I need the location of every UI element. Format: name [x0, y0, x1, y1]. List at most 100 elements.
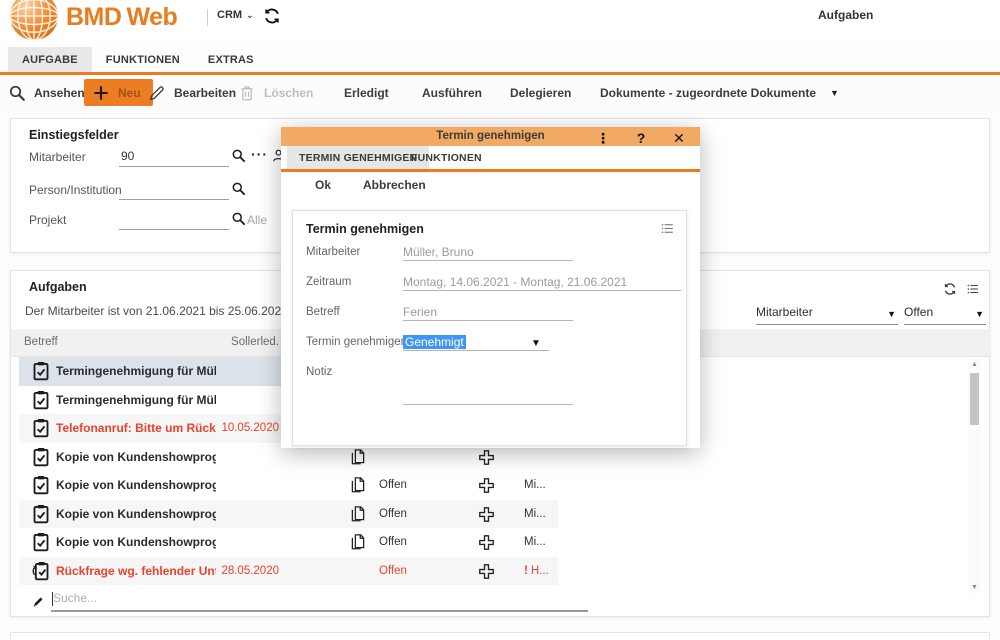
search-icon[interactable] — [231, 211, 247, 227]
task-assignee: !H... — [524, 565, 556, 577]
search-icon[interactable] — [231, 148, 247, 164]
bmd-logo[interactable]: BMDWeb — [66, 3, 177, 32]
ausführen-button[interactable]: Ausführen — [422, 75, 482, 111]
erledigt-button[interactable]: Erledigt — [344, 75, 389, 111]
dropdown-arrow-icon[interactable]: ▼ — [531, 338, 541, 349]
entry-panel-title: Einstiegsfelder — [29, 128, 119, 142]
toolbar: AnsehenNeu BearbeitenLöschen Erledigt Ausfü… — [0, 75, 1000, 111]
list-view-icon[interactable] — [966, 281, 981, 296]
search-icon — [8, 84, 26, 102]
person-institution-input[interactable] — [121, 182, 227, 196]
ok-button[interactable]: Ok — [315, 178, 331, 192]
toolbar-label: Delegieren — [510, 86, 571, 100]
document-copy-icon — [349, 533, 367, 551]
task-assignee: Mi... — [524, 536, 556, 548]
ansehen-button[interactable]: Ansehen — [8, 75, 85, 111]
trash-icon — [238, 84, 256, 102]
search-input[interactable] — [53, 591, 585, 605]
clipboard-check-icon — [31, 361, 51, 381]
main-tab-bar: AUFGABEFUNKTIONENEXTRAS — [0, 47, 1000, 72]
alle-label: Alle — [247, 213, 267, 227]
vertical-scrollbar[interactable]: ▲ ▼ — [968, 359, 981, 593]
clipboard-check-icon — [31, 504, 51, 524]
refresh-icon[interactable] — [263, 6, 283, 26]
scrollbar-thumb[interactable] — [970, 373, 979, 425]
tab-funktionen[interactable]: FUNKTIONEN — [92, 47, 194, 72]
bmd-globe-logo-icon — [8, 0, 60, 42]
toolbar-label: Erledigt — [344, 86, 389, 100]
search-icon[interactable] — [231, 181, 247, 197]
field-value[interactable]: Müller, Bruno — [403, 245, 474, 259]
scroll-up-icon[interactable]: ▲ — [968, 359, 981, 370]
add-icon[interactable] — [478, 506, 495, 523]
task-betreff: Rückfrage wg. fehlender Unterlagen — [56, 564, 216, 578]
add-icon[interactable] — [478, 477, 495, 494]
löschen-button[interactable]: Löschen — [238, 75, 313, 111]
ellipsis-icon[interactable]: ··· — [251, 146, 268, 162]
task-row[interactable]: Rückfrage wg. fehlender Unterlagen28.05.… — [19, 557, 558, 586]
clipboard-check-icon — [31, 475, 51, 495]
field-label: Person/Institution — [29, 183, 122, 197]
add-icon[interactable] — [478, 563, 495, 580]
dialog-form-card: Termin genehmigen Mitarbeiter Müller, Bru… — [292, 210, 687, 446]
document-copy-icon — [349, 448, 367, 466]
field-label: Mitarbeiter — [306, 246, 360, 258]
column-betreff[interactable]: Betreff — [24, 336, 58, 348]
card-list-menu-icon[interactable] — [660, 220, 676, 236]
toolbar-label: Bearbeiten — [174, 86, 236, 100]
projekt-input[interactable] — [121, 212, 227, 226]
search-row — [11, 589, 991, 615]
chevron-down-icon: ⌄ — [246, 10, 254, 21]
toolbar-label: Ansehen — [34, 86, 85, 100]
field-value[interactable]: Montag, 14.06.2021 - Montag, 21.06.2021 — [403, 275, 627, 289]
input-underline — [403, 290, 681, 291]
dialog-menu-icon[interactable]: ⋮ — [593, 129, 613, 148]
plus-icon — [92, 84, 110, 102]
mitarbeiter-input[interactable] — [121, 149, 227, 163]
task-betreff: Kopie von Kundenshowprogramm-Ausw... — [56, 535, 216, 549]
task-assignee: Mi... — [524, 508, 556, 520]
delegieren-button[interactable]: Delegieren — [510, 75, 571, 111]
task-betreff: Telefonanruf: Bitte um Rückruf betreffen… — [56, 421, 216, 435]
clipboard-check-icon — [31, 418, 51, 438]
task-betreff: Termingenehmigung für Müller, Bruno — [56, 393, 216, 407]
cancel-button[interactable]: Abbrechen — [363, 178, 426, 192]
input-underline — [403, 320, 573, 321]
add-icon[interactable] — [478, 534, 495, 551]
task-assignee: Mi... — [524, 479, 556, 491]
chevron-down-icon: ▼ — [830, 88, 839, 98]
task-row[interactable]: Kopie von Kundenshowprogramm-Ausw... Offe… — [19, 471, 558, 500]
toolbar-label: Dokumente - zugeordnete Dokumente — [600, 86, 816, 100]
close-icon[interactable]: ✕ — [669, 129, 689, 148]
filter-mitarbeiter[interactable]: Mitarbeiter▼ — [756, 305, 898, 325]
field-value[interactable]: Ferien — [403, 305, 437, 319]
dialog-tab-funktionen[interactable]: FUNKTIONEN — [399, 146, 494, 169]
chevron-down-icon: ▼ — [887, 309, 896, 319]
task-row[interactable]: Kopie von Kundenshowprogramm-Ausw...Offe… — [19, 528, 558, 557]
tab-extras[interactable]: EXTRAS — [194, 47, 268, 72]
field-value[interactable]: Genehmigt — [403, 335, 466, 349]
task-betreff: Kopie von Kundenshowprogramm-Ausw... — [56, 478, 216, 492]
task-row[interactable]: Kopie von Kundenshowprogramm-Ausw...Offe… — [19, 500, 558, 529]
task-due-date: 10.05.2020 — [209, 422, 279, 434]
filter-status[interactable]: Offen▼ — [904, 305, 986, 325]
bearbeiten-button[interactable]: Bearbeiten — [148, 75, 236, 111]
task-status: Offen — [379, 508, 407, 520]
dokumente-zugeordnete-dokumente-button[interactable]: Dokumente - zugeordnete Dokumente ▼ — [600, 75, 839, 111]
clipboard-check-icon — [31, 532, 51, 552]
module-selector[interactable]: CRM⌄ — [217, 9, 254, 21]
column-sollerled[interactable]: Sollerled. — [211, 336, 279, 348]
help-icon[interactable]: ? — [631, 129, 651, 148]
task-due-date: 28.05.2020 — [209, 565, 279, 577]
add-icon[interactable] — [478, 449, 495, 466]
refresh-list-icon[interactable] — [943, 281, 958, 296]
search-underline — [51, 610, 588, 612]
task-status: Offen — [379, 479, 407, 491]
input-underline — [119, 199, 229, 200]
field-label: Termin genehmigen — [306, 336, 407, 348]
tab-aufgabe[interactable]: AUFGABE — [8, 47, 92, 72]
neu-button[interactable]: Neu — [84, 79, 153, 106]
input-underline — [403, 260, 573, 261]
next-panel-edge — [10, 632, 990, 640]
tasks-panel-title: Aufgaben — [29, 280, 87, 294]
